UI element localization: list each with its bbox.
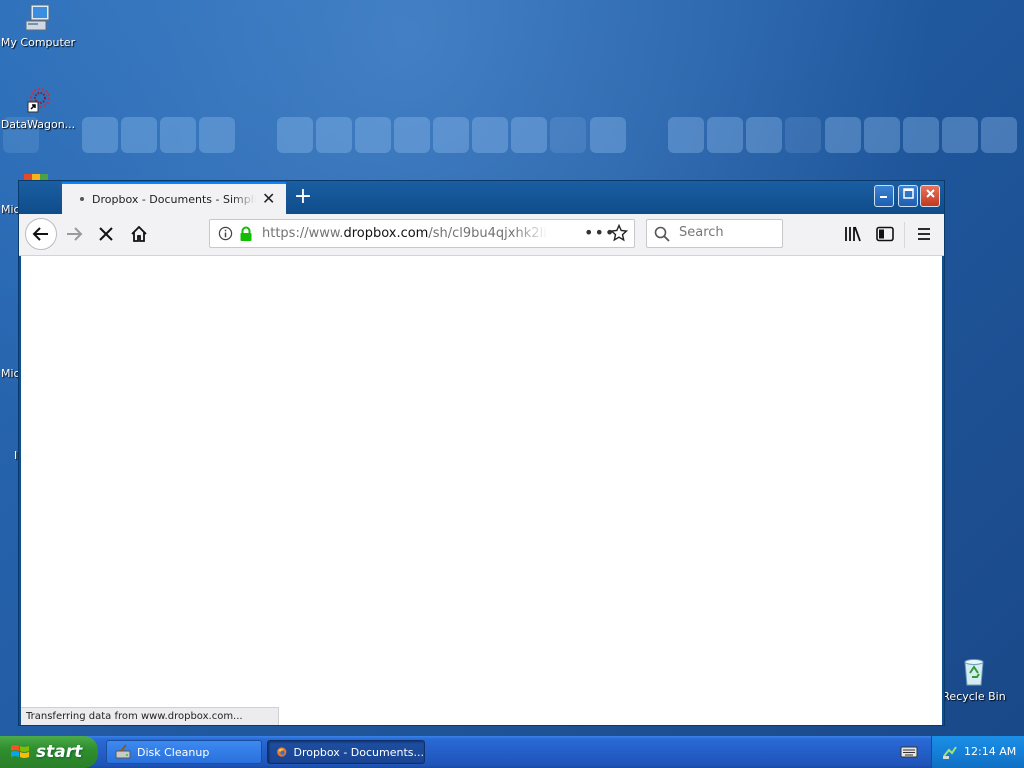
disk-cleanup-icon — [115, 744, 131, 759]
desktop-tile — [394, 117, 430, 153]
maximize-icon — [902, 188, 914, 199]
close-tab-icon[interactable]: ✕ — [262, 191, 275, 207]
desktop-icon-label: My Computer — [0, 36, 76, 49]
desktop-icon-label: DataWagon... — [0, 118, 76, 131]
sidebar-toggle-button[interactable] — [871, 220, 899, 248]
bookmark-star-icon[interactable] — [610, 224, 628, 242]
url-prefix: https://www. — [262, 226, 344, 241]
computer-icon — [25, 4, 50, 31]
url-text[interactable]: https://www.dropbox.com/sh/cl9bu4qjxhk2l… — [262, 226, 548, 241]
taskbar-item-label: Disk Cleanup — [137, 745, 210, 759]
desktop-icon-datawagon[interactable]: DataWagon... — [0, 84, 78, 131]
maximize-button[interactable] — [898, 185, 918, 207]
desktop-tile — [746, 117, 782, 153]
tab-title: Dropbox - Documents - Simplify your life — [92, 192, 256, 206]
search-input[interactable] — [677, 224, 781, 241]
start-label: start — [36, 742, 83, 762]
taskbar-item-disk-cleanup[interactable]: Disk Cleanup — [106, 740, 262, 764]
start-button[interactable]: start — [0, 736, 98, 768]
browser-window: Dropbox - Documents - Simplify your life… — [18, 180, 945, 726]
taskbar-item-dropbox[interactable]: Dropbox - Documents... — [267, 740, 425, 764]
close-window-button[interactable] — [920, 185, 940, 207]
system-tray: 12:14 AM — [931, 736, 1024, 768]
library-icon — [845, 226, 861, 242]
desktop-tile — [199, 117, 235, 153]
window-titlebar[interactable]: Dropbox - Documents - Simplify your life… — [19, 181, 944, 214]
network-icon[interactable] — [942, 744, 958, 760]
tab-loading-icon — [80, 197, 84, 201]
desktop-tile — [981, 117, 1017, 153]
search-box[interactable] — [646, 219, 783, 248]
minimize-button[interactable] — [874, 185, 894, 207]
home-button[interactable] — [125, 220, 153, 248]
toolbar-separator — [904, 222, 905, 248]
recycle-bin-icon — [964, 659, 984, 686]
clock[interactable]: 12:14 AM — [964, 745, 1016, 758]
taskbar-item-label: Dropbox - Documents... — [293, 745, 424, 759]
desktop-icon-label: Recycle Bin — [942, 690, 1006, 703]
desktop-icon-my-computer[interactable]: My Computer — [0, 2, 78, 49]
library-button[interactable] — [839, 220, 867, 248]
desktop-tile — [160, 117, 196, 153]
navigation-toolbar: https://www.dropbox.com/sh/cl9bu4qjxhk2l… — [19, 214, 944, 256]
stop-button[interactable] — [92, 220, 120, 248]
desktop-tile — [82, 117, 118, 153]
desktop-tile — [550, 117, 586, 153]
stop-icon — [99, 227, 113, 241]
tab-dropbox[interactable]: Dropbox - Documents - Simplify your life… — [62, 182, 286, 214]
desktop-tile — [355, 117, 391, 153]
desktop-tile — [903, 117, 939, 153]
desktop-tile — [825, 117, 861, 153]
close-icon — [925, 189, 935, 198]
desktop-tile — [121, 117, 157, 153]
taskbar: start Disk Cleanup Dropbox - Documents..… — [0, 736, 1024, 768]
desktop-tile — [472, 117, 508, 153]
forward-button[interactable] — [60, 220, 88, 248]
windows-flag-icon — [11, 745, 29, 758]
secure-lock-icon[interactable] — [239, 226, 253, 242]
desktop-icon-label-partial: I — [14, 449, 18, 462]
desktop-icon-recycle-bin[interactable]: Recycle Bin — [934, 656, 1014, 703]
desktop-tile — [942, 117, 978, 153]
sidebar-icon — [876, 226, 894, 242]
search-icon — [654, 226, 670, 242]
desktop-tile — [316, 117, 352, 153]
home-icon — [131, 225, 147, 242]
menu-button[interactable] — [910, 220, 938, 248]
datawagon-icon — [27, 88, 50, 113]
page-content[interactable] — [21, 256, 942, 725]
back-arrow-icon — [32, 227, 48, 241]
url-path: /sh/cl9bu4qjxhk2liu/AAC — [428, 226, 548, 241]
desktop-tile — [864, 117, 900, 153]
firefox-icon — [277, 747, 287, 757]
desktop-tile — [277, 117, 313, 153]
desktop-tile — [511, 117, 547, 153]
hamburger-menu-icon — [918, 228, 930, 240]
desktop-icon-label-partial: Mic — [1, 203, 20, 216]
new-tab-button[interactable]: + — [291, 185, 315, 209]
desktop-icon-label-partial: Mic — [1, 367, 20, 380]
address-bar[interactable]: https://www.dropbox.com/sh/cl9bu4qjxhk2l… — [209, 219, 635, 248]
url-domain: dropbox.com — [343, 226, 429, 241]
desktop-tile — [590, 117, 626, 153]
forward-arrow-icon — [67, 227, 83, 241]
minimize-icon — [880, 196, 887, 198]
desktop-tile — [433, 117, 469, 153]
status-bar: Transferring data from www.dropbox.com..… — [21, 707, 279, 725]
desktop-tile — [785, 117, 821, 153]
keyboard-icon[interactable] — [900, 745, 918, 759]
desktop-tile — [707, 117, 743, 153]
info-icon[interactable] — [218, 226, 233, 241]
back-button[interactable] — [25, 218, 57, 250]
desktop-tile — [668, 117, 704, 153]
